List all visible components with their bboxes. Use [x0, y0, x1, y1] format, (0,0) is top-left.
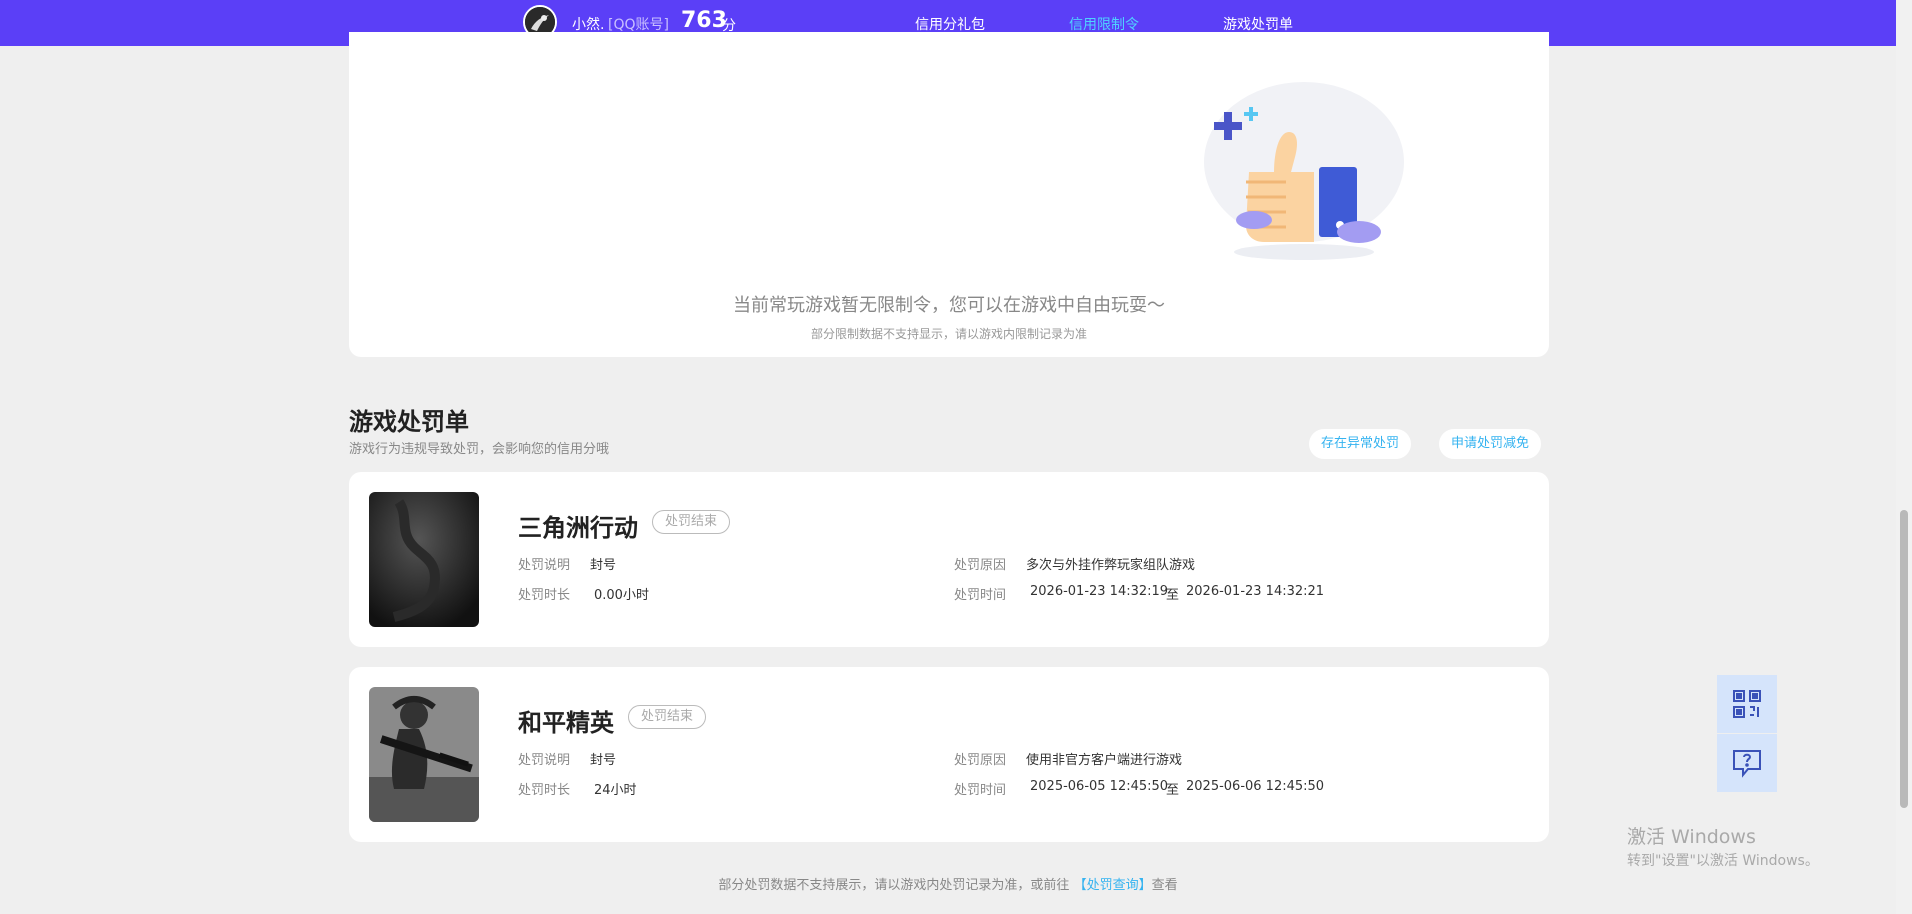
game-cover-image: [369, 492, 479, 627]
duration-value: 24小时: [594, 783, 637, 798]
penalty-section-description: 游戏行为违规导致处罚，会影响您的信用分哦: [349, 442, 610, 457]
penalty-query-link[interactable]: 【处罚查询】: [1074, 878, 1152, 893]
time-label: 处罚时间: [954, 783, 1007, 798]
username: 小然.: [572, 17, 605, 33]
windows-activation-hint: 转到"设置"以激活 Windows。: [1627, 853, 1819, 869]
explain-value: 封号: [590, 753, 617, 768]
duration-label: 处罚时长: [518, 588, 571, 603]
explain-value: 封号: [590, 558, 617, 573]
reason-value: 多次与外挂作弊玩家组队游戏: [1026, 558, 1196, 573]
nav-credit-gift[interactable]: 信用分礼包: [915, 14, 985, 34]
thumbs-up-illustration: [1204, 82, 1404, 260]
penalty-footer-note: 部分处罚数据不支持展示，请以游戏内处罚记录为准，或前往 【处罚查询】查看: [0, 874, 1896, 893]
footer-text-before: 部分处罚数据不支持展示，请以游戏内处罚记录为准，或前往: [718, 878, 1070, 893]
restriction-empty-note: 部分限制数据不支持显示，请以游戏内限制记录为准: [810, 327, 1087, 341]
reason-label: 处罚原因: [954, 558, 1007, 573]
qr-code-button[interactable]: [1717, 675, 1777, 733]
nav-penalty-list[interactable]: 游戏处罚单: [1223, 14, 1293, 34]
penalty-section-title: 游戏处罚单: [349, 408, 469, 436]
time-to: 至: [1166, 588, 1180, 603]
qr-code-icon: [1733, 690, 1761, 718]
reason-label: 处罚原因: [954, 753, 1007, 768]
credit-score: 763: [681, 8, 727, 33]
restriction-card: 当前常玩游戏暂无限制令，您可以在游戏中自由玩耍～ 部分限制数据不支持显示，请以游…: [349, 32, 1549, 357]
restriction-empty-title: 当前常玩游戏暂无限制令，您可以在游戏中自由玩耍～: [733, 295, 1165, 316]
duration-label: 处罚时长: [518, 783, 571, 798]
nav-restriction-order[interactable]: 信用限制令: [1069, 14, 1139, 34]
page-scrollbar-thumb[interactable]: [1900, 510, 1908, 808]
game-cover-image: [369, 687, 479, 822]
penalty-card: 和平精英 处罚结束 处罚说明 封号 处罚时长 24小时 处罚原因 使用非官方客户…: [349, 667, 1549, 842]
explain-label: 处罚说明: [518, 753, 571, 768]
time-end: 2026-01-23 14:32:21: [1186, 584, 1325, 599]
game-name: 三角洲行动: [518, 514, 638, 542]
duration-value: 0.00小时: [594, 588, 649, 603]
feedback-icon: [1733, 750, 1761, 778]
time-start: 2026-01-23 14:32:19: [1030, 584, 1169, 599]
footer-text-after: 查看: [1151, 878, 1178, 893]
time-end: 2025-06-06 12:45:50: [1186, 779, 1325, 794]
status-badge: 处罚结束: [652, 510, 731, 534]
game-name: 和平精英: [518, 709, 614, 737]
time-start: 2025-06-05 12:45:50: [1030, 779, 1169, 794]
time-label: 处罚时间: [954, 588, 1007, 603]
status-badge: 处罚结束: [628, 705, 707, 729]
feedback-button[interactable]: [1717, 734, 1777, 792]
windows-activation-watermark: 激活 Windows: [1627, 826, 1756, 848]
abnormal-penalty-button[interactable]: 存在异常处罚: [1309, 429, 1412, 459]
time-to: 至: [1166, 783, 1180, 798]
reason-value: 使用非官方客户端进行游戏: [1026, 753, 1183, 768]
apply-reduction-button[interactable]: 申请处罚减免: [1439, 429, 1542, 459]
explain-label: 处罚说明: [518, 558, 571, 573]
account-type: [QQ账号]: [608, 17, 669, 33]
penalty-card: 三角洲行动 处罚结束 处罚说明 封号 处罚时长 0.00小时 处罚原因 多次与外…: [349, 472, 1549, 647]
